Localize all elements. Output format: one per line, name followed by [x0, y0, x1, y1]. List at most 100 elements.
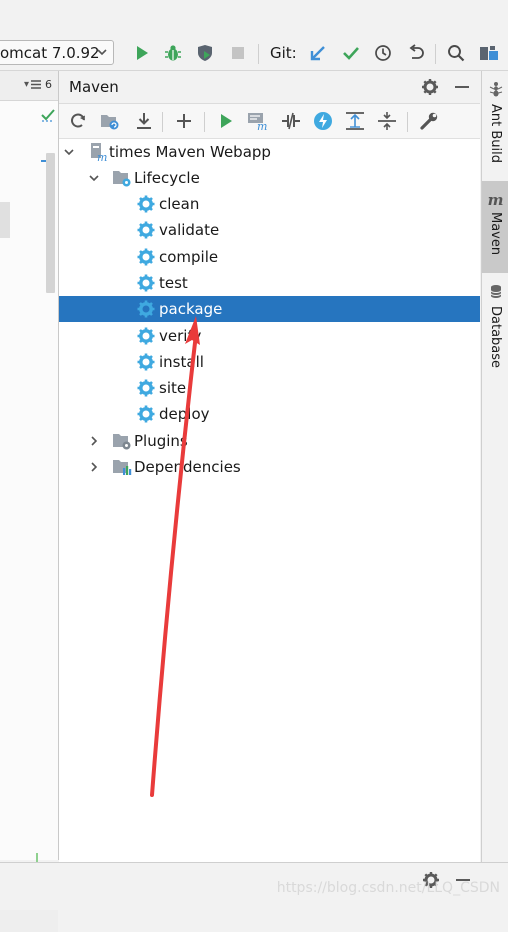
tree-item-label: test [159, 273, 188, 292]
reimport-icon[interactable] [67, 110, 89, 132]
tree-item-label: times Maven Webapp [109, 143, 271, 161]
tree-item-project[interactable]: m times Maven Webapp [59, 139, 480, 165]
watermark: https://blog.csdn.net/LLQ_CSDN [276, 880, 500, 896]
show-dependencies-icon[interactable] [344, 110, 366, 132]
skip-tests-icon[interactable] [312, 110, 334, 132]
svg-text:m: m [257, 120, 267, 131]
toggle-offline-icon[interactable] [280, 110, 302, 132]
editor-panel: ▾ 6 [0, 71, 59, 932]
maven-tool-window: Maven m m times Maven Webapp Lifecycle c… [59, 71, 480, 862]
minimize-icon[interactable] [455, 86, 469, 88]
tree-item-goal-package[interactable]: package [59, 296, 480, 323]
git-label: Git: [270, 44, 297, 62]
settings-wrench-icon[interactable] [418, 110, 440, 132]
bottom-bar: https://blog.csdn.net/LLQ_CSDN [0, 862, 508, 910]
debug-icon[interactable] [162, 42, 184, 64]
goal-gear-icon [136, 378, 156, 398]
tree-item-lifecycle[interactable]: Lifecycle [59, 165, 480, 191]
chevron-right-icon[interactable] [87, 460, 101, 474]
maven-project-tree: m times Maven Webapp Lifecycle clean vali… [59, 139, 480, 862]
goal-gear-icon [136, 404, 156, 424]
coverage-icon[interactable] [194, 42, 216, 64]
tree-item-label: site [159, 379, 187, 398]
gear-icon[interactable] [421, 78, 439, 100]
goal-gear-icon [136, 273, 156, 293]
generate-sources-icon[interactable] [99, 110, 121, 132]
collapse-all-icon[interactable] [376, 110, 398, 132]
tab-count-badge: 6 [45, 78, 52, 91]
tab-label: Ant Build [488, 104, 503, 163]
run-configuration-label: omcat 7.0.92 [0, 43, 100, 62]
chevron-down-icon [95, 44, 109, 64]
tree-item-goal-site[interactable]: site [59, 375, 480, 401]
git-commit-icon[interactable] [340, 42, 362, 64]
tree-item-label: package [159, 300, 223, 319]
window-top-strip [0, 0, 508, 38]
tab-label: Maven [488, 212, 503, 256]
dropdown-arrow-icon[interactable]: ▾ [24, 79, 29, 90]
tree-item-goal-deploy[interactable]: deploy [59, 401, 480, 427]
search-icon[interactable] [445, 42, 467, 64]
toolbar-separator [204, 112, 205, 132]
tree-item-label: install [159, 352, 204, 371]
tree-item-label: deploy [159, 405, 210, 424]
plugins-folder-icon [112, 431, 132, 451]
lifecycle-folder-icon [112, 168, 132, 188]
tree-item-label: compile [159, 247, 219, 266]
tree-item-dependencies[interactable]: Dependencies [59, 454, 480, 480]
tree-item-label: validate [159, 221, 220, 240]
right-tool-window-strip: Ant Build m Maven Database [481, 71, 508, 862]
goal-gear-icon [136, 352, 156, 372]
maven-toolbar: m [59, 104, 480, 139]
stop-icon[interactable] [227, 42, 249, 64]
rollback-icon[interactable] [405, 42, 427, 64]
chevron-down-icon[interactable] [87, 171, 101, 185]
tab-label: Database [488, 306, 503, 369]
tab-maven[interactable]: m Maven [482, 181, 508, 273]
toolbar-separator [435, 44, 436, 64]
editor-selection [0, 202, 10, 238]
main-toolbar: omcat 7.0.92 Git: [0, 37, 508, 71]
tree-item-goal-install[interactable]: install [59, 349, 480, 375]
tree-item-goal-clean[interactable]: clean [59, 191, 480, 217]
tree-item-goal-verify[interactable]: verify [59, 323, 480, 349]
tree-item-plugins[interactable]: Plugins [59, 428, 480, 454]
project-structure-icon[interactable] [478, 42, 500, 64]
tree-item-goal-test[interactable]: test [59, 270, 480, 296]
run-icon[interactable] [215, 110, 237, 132]
structure-menu-icon[interactable] [31, 78, 41, 94]
history-icon[interactable] [372, 42, 394, 64]
run-icon[interactable] [131, 42, 153, 64]
goal-gear-icon [136, 326, 156, 346]
editor-scrollbar-thumb[interactable] [46, 153, 55, 293]
execute-goal-icon[interactable]: m [247, 110, 269, 132]
chevron-right-icon[interactable] [87, 434, 101, 448]
git-update-icon[interactable] [307, 42, 329, 64]
dependencies-folder-icon [112, 457, 132, 477]
goal-gear-icon [136, 194, 156, 214]
add-icon[interactable] [173, 110, 195, 132]
tab-database[interactable]: Database [482, 284, 508, 384]
download-icon[interactable] [133, 110, 155, 132]
goal-gear-icon [136, 247, 156, 267]
tab-ant-build[interactable]: Ant Build [482, 81, 508, 176]
maven-header: Maven [59, 71, 480, 104]
inspection-ok-icon [40, 107, 56, 127]
toolbar-separator [407, 112, 408, 132]
tree-item-label: verify [159, 326, 202, 345]
tree-item-goal-compile[interactable]: compile [59, 244, 480, 270]
toolbar-separator [258, 44, 259, 64]
database-icon [490, 284, 502, 303]
chevron-down-icon[interactable] [62, 145, 76, 159]
run-configuration-dropdown[interactable]: omcat 7.0.92 [0, 40, 114, 65]
tree-item-goal-validate[interactable]: validate [59, 217, 480, 243]
ant-icon [489, 81, 503, 101]
goal-gear-icon [136, 220, 156, 240]
tree-item-label: Plugins [134, 432, 188, 450]
maven-project-icon: m [88, 142, 108, 162]
tree-item-label: clean [159, 195, 200, 213]
toolbar-separator [162, 112, 163, 132]
goal-gear-icon [136, 299, 156, 319]
tree-item-label: Lifecycle [134, 169, 200, 187]
maven-title: Maven [69, 78, 119, 96]
